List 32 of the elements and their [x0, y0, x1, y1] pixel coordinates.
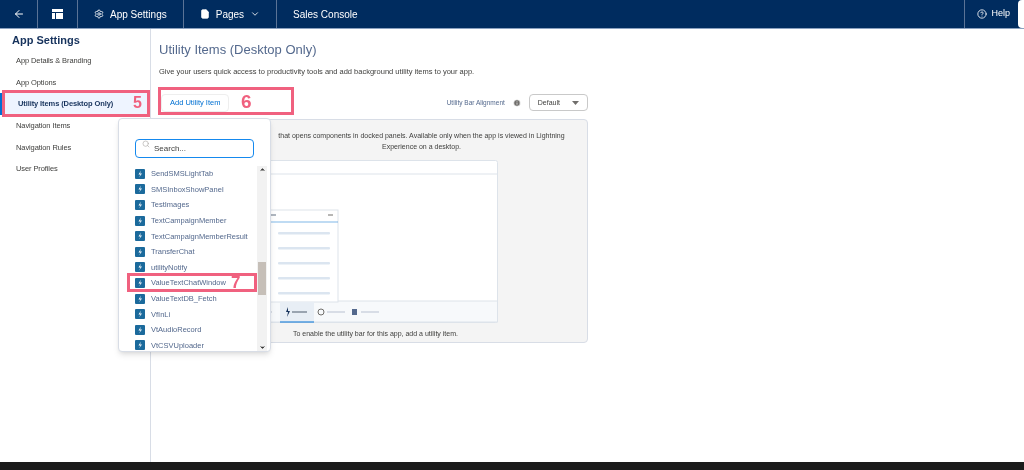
- page-icon: [199, 9, 210, 19]
- lightning-icon: [135, 324, 145, 335]
- back-icon: [12, 8, 25, 20]
- scroll-thumb: [258, 262, 266, 295]
- sidebar-title: App Settings: [11, 33, 81, 47]
- lightning-icon: [135, 246, 145, 257]
- layout-icon: [52, 9, 63, 19]
- app-name: Sales Console: [292, 7, 359, 22]
- search-field[interactable]: Search...: [135, 139, 254, 158]
- lightning-icon: [135, 262, 145, 273]
- scroll-up-icon: [258, 166, 266, 173]
- lightning-icon: [135, 277, 145, 288]
- info-icon: [512, 98, 521, 107]
- lightning-icon: [135, 168, 145, 179]
- app-settings-tab[interactable]: App Settings: [78, 0, 184, 28]
- page-title: Utility Items (Desktop Only): [159, 41, 318, 59]
- chevron-down-icon: [250, 9, 261, 19]
- pages-menu[interactable]: Pages: [183, 0, 278, 28]
- settings-icon: [94, 9, 104, 19]
- annotation-number: 7: [231, 274, 241, 292]
- lightning-icon: [135, 184, 145, 195]
- lightning-icon: [135, 293, 145, 304]
- scroll-down-icon: [258, 344, 266, 351]
- search-icon: [142, 139, 150, 148]
- help-icon: [977, 9, 988, 19]
- lightning-icon: [135, 231, 145, 242]
- caret-icon: [572, 100, 579, 105]
- lightning-icon: [135, 309, 145, 320]
- lightning-icon: [135, 215, 145, 226]
- lightning-icon: [135, 200, 145, 210]
- annotation-number: 5: [133, 95, 142, 112]
- annotation-number: 6: [241, 91, 252, 111]
